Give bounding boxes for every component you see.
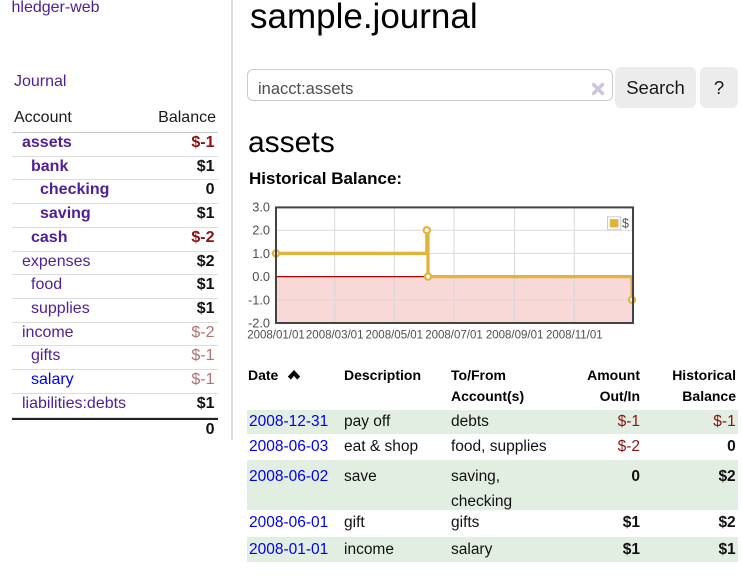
svg-text:2008/07/01: 2008/07/01 xyxy=(425,330,483,342)
svg-text:2008/09/01: 2008/09/01 xyxy=(486,330,544,342)
svg-text:2008/11/01: 2008/11/01 xyxy=(546,330,603,342)
svg-text:0.0: 0.0 xyxy=(252,269,270,284)
svg-text:2.0: 2.0 xyxy=(252,223,270,238)
svg-text:2008/05/01: 2008/05/01 xyxy=(366,330,424,342)
svg-text:3.0: 3.0 xyxy=(252,200,270,215)
svg-text:-1.0: -1.0 xyxy=(248,292,270,307)
svg-text:2008/01/01: 2008/01/01 xyxy=(247,330,305,342)
svg-text:2008/03/01: 2008/03/01 xyxy=(306,330,364,342)
svg-text:$: $ xyxy=(622,217,629,231)
svg-text:-2.0: -2.0 xyxy=(248,316,270,331)
svg-text:1.0: 1.0 xyxy=(252,246,270,261)
